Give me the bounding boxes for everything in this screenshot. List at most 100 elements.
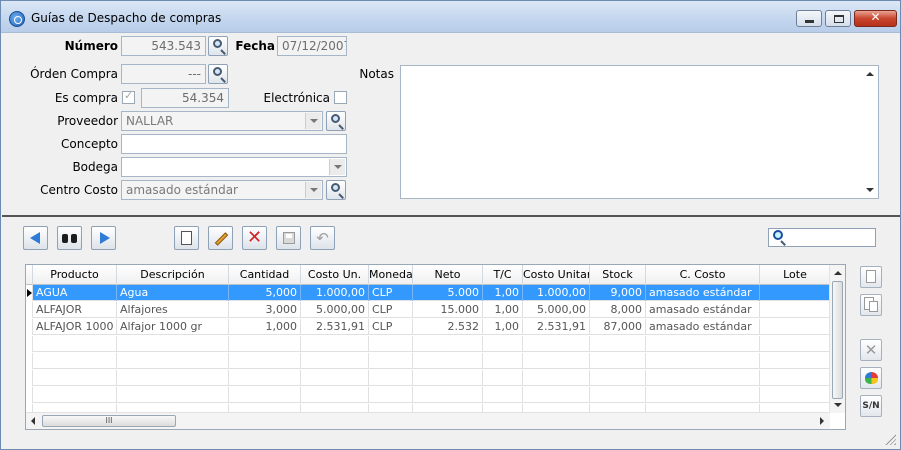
column-header[interactable]: Stock <box>590 265 646 285</box>
column-header[interactable]: Moneda <box>369 265 413 285</box>
table-cell[interactable]: CLP <box>369 319 413 335</box>
orden-compra-field[interactable]: --- <box>121 64 206 84</box>
table-cell[interactable]: Alfajor 1000 gr <box>117 319 229 335</box>
table-cell[interactable]: 8,000 <box>590 302 646 318</box>
color-button[interactable] <box>860 367 882 389</box>
maximize-button[interactable] <box>825 10 851 27</box>
table-cell[interactable] <box>369 387 413 403</box>
table-cell[interactable]: 5.000,00 <box>301 302 369 318</box>
table-cell[interactable] <box>590 370 646 386</box>
table-cell[interactable]: 5.000 <box>413 285 483 301</box>
table-cell[interactable]: 5.000,00 <box>523 302 590 318</box>
table-cell[interactable]: amasado estándar <box>646 319 760 335</box>
table-cell[interactable] <box>483 336 523 352</box>
table-cell[interactable]: ALFAJOR 1000 <box>33 319 117 335</box>
notas-scrollbar[interactable] <box>862 66 878 198</box>
table-cell[interactable] <box>483 353 523 369</box>
delete-row-button[interactable]: ✕ <box>860 339 882 361</box>
table-row[interactable]: AGUA Agua 5,000 1.000,00 CLP 5.000 1,00 1.000,0… <box>26 285 830 301</box>
es-compra-field[interactable]: 54.354 <box>141 88 229 108</box>
previous-record-button[interactable] <box>23 226 48 250</box>
save-button[interactable] <box>276 226 301 250</box>
table-cell[interactable] <box>760 387 830 403</box>
table-cell[interactable] <box>523 387 590 403</box>
table-cell[interactable]: AGUA <box>33 285 117 301</box>
table-cell[interactable] <box>117 370 229 386</box>
table-cell[interactable] <box>646 353 760 369</box>
table-cell[interactable] <box>760 370 830 386</box>
column-header[interactable]: Neto <box>413 265 483 285</box>
find-button[interactable] <box>57 226 82 250</box>
serial-number-button[interactable]: S/N <box>860 395 882 417</box>
table-cell[interactable] <box>760 285 830 301</box>
table-row[interactable] <box>26 336 830 352</box>
table-cell[interactable] <box>646 387 760 403</box>
table-cell[interactable]: amasado estándar <box>646 285 760 301</box>
column-header[interactable]: Producto <box>33 265 117 285</box>
table-cell[interactable]: 9,000 <box>590 285 646 301</box>
table-cell[interactable] <box>523 370 590 386</box>
table-cell[interactable] <box>483 387 523 403</box>
table-cell[interactable] <box>369 336 413 352</box>
table-cell[interactable] <box>117 387 229 403</box>
table-cell[interactable]: 1,000 <box>229 319 301 335</box>
table-cell[interactable]: 15.000 <box>413 302 483 318</box>
table-cell[interactable] <box>33 336 117 352</box>
column-header[interactable]: Lote <box>760 265 830 285</box>
table-row[interactable] <box>26 353 830 369</box>
close-button[interactable]: ✕ <box>854 10 897 27</box>
table-cell[interactable] <box>590 387 646 403</box>
column-header[interactable]: Costo Un. <box>301 265 369 285</box>
table-cell[interactable] <box>369 370 413 386</box>
fecha-field[interactable]: 07/12/2007 <box>277 36 347 56</box>
table-cell[interactable] <box>413 353 483 369</box>
centro-costo-dropdown[interactable]: amasado estándar <box>121 180 323 200</box>
undo-button[interactable]: ↶ <box>310 226 335 250</box>
orden-compra-search-button[interactable] <box>208 64 228 84</box>
table-cell[interactable] <box>413 387 483 403</box>
table-cell[interactable] <box>760 302 830 318</box>
resize-grip-icon[interactable] <box>885 434 896 445</box>
table-cell[interactable] <box>369 353 413 369</box>
table-cell[interactable] <box>590 353 646 369</box>
table-cell[interactable] <box>33 353 117 369</box>
next-record-button[interactable] <box>91 226 116 250</box>
chevron-down-icon[interactable] <box>305 182 321 198</box>
grid-search-input[interactable] <box>768 228 876 247</box>
table-cell[interactable] <box>117 336 229 352</box>
table-cell[interactable] <box>117 353 229 369</box>
table-cell[interactable] <box>760 336 830 352</box>
table-cell[interactable]: 1,00 <box>483 285 523 301</box>
table-cell[interactable]: CLP <box>369 285 413 301</box>
chevron-down-icon[interactable] <box>305 113 321 129</box>
table-cell[interactable] <box>301 353 369 369</box>
table-row[interactable] <box>26 387 830 403</box>
table-cell[interactable]: 2.531,91 <box>523 319 590 335</box>
scroll-down-icon[interactable] <box>834 403 842 407</box>
new-document-button[interactable] <box>174 226 199 250</box>
table-cell[interactable] <box>413 370 483 386</box>
grid-horizontal-scrollbar[interactable]: III <box>26 412 830 429</box>
table-cell[interactable]: CLP <box>369 302 413 318</box>
column-header[interactable]: Costo Unitario <box>523 265 590 285</box>
concepto-field[interactable] <box>121 134 347 154</box>
table-cell[interactable]: 3,000 <box>229 302 301 318</box>
bodega-dropdown[interactable] <box>121 157 347 177</box>
table-row[interactable]: ALFAJOR 1000 Alfajor 1000 gr 1,000 2.531,91… <box>26 319 830 335</box>
grid-vertical-scrollbar[interactable] <box>829 265 845 413</box>
proveedor-search-button[interactable] <box>326 111 346 131</box>
table-cell[interactable] <box>760 353 830 369</box>
table-cell[interactable] <box>229 353 301 369</box>
table-cell[interactable] <box>301 336 369 352</box>
table-cell[interactable] <box>590 336 646 352</box>
electronica-checkbox[interactable] <box>334 91 347 104</box>
notas-textarea[interactable] <box>400 65 879 199</box>
column-header[interactable]: T/C <box>483 265 523 285</box>
table-cell[interactable] <box>760 319 830 335</box>
table-cell[interactable]: 2.532 <box>413 319 483 335</box>
chevron-down-icon[interactable] <box>329 159 345 175</box>
table-cell[interactable] <box>301 387 369 403</box>
table-cell[interactable]: Alfajores <box>117 302 229 318</box>
table-cell[interactable]: 1,00 <box>483 302 523 318</box>
scroll-right-icon[interactable] <box>820 417 824 425</box>
